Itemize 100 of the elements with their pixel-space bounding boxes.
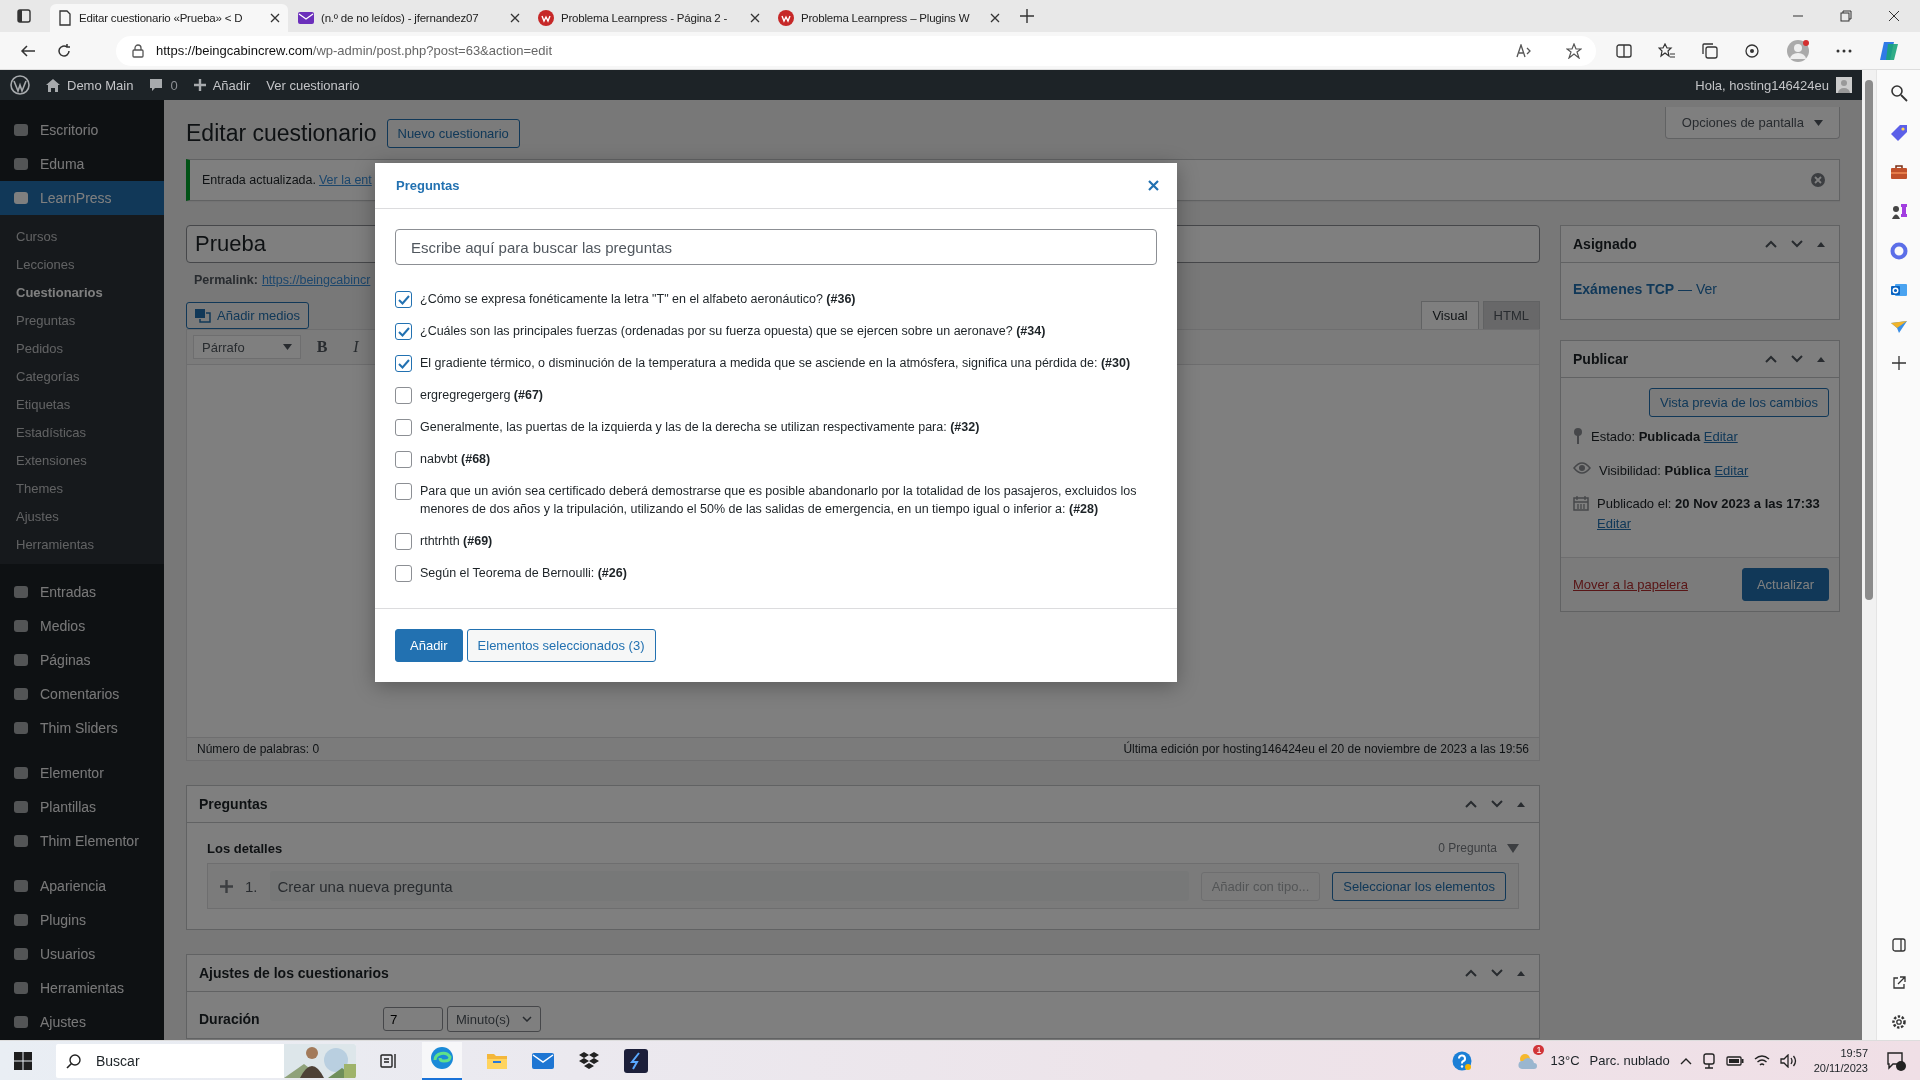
sidebar-item[interactable]: LearnPress [0,181,164,215]
question-label[interactable]: nabvbt (#68) [420,450,491,468]
plus-icon[interactable] [1891,356,1906,370]
battery-icon[interactable] [1725,1055,1744,1066]
task-view-icon[interactable] [380,1051,398,1070]
browser-tab[interactable]: (n.º de no leídos) - jfernandez07 [290,4,528,32]
sidebar-item[interactable]: Thim Sliders [0,711,164,745]
duration-field[interactable]: 7 [383,1007,443,1031]
submenu-item[interactable]: Categorías [0,362,164,390]
new-question-field[interactable]: Crear una nueva pregunta [269,871,1189,901]
browser-taskbar-button[interactable] [422,1041,462,1080]
update-button[interactable]: Actualizar [1741,568,1829,601]
edit-link[interactable]: Editar [1703,429,1738,444]
sidebar-item[interactable]: Ajustes [0,1005,164,1039]
question-label[interactable]: ¿Cómo se expresa fonéticamente la letra "T" en el alfabeto aeronáutico? (#36) [420,290,856,308]
search-field[interactable]: Escribe aquí para buscar las preguntas [395,229,1157,265]
question-label[interactable]: El gradiente térmico, o disminución de la temperatura a medida que se asciende en la atmósfera, significa una pérdida de: (#30) [420,354,1131,372]
close-icon[interactable] [270,13,280,23]
question-label[interactable]: Según el Teorema de Bernoulli: (#26) [420,564,627,582]
mail-icon[interactable] [532,1052,554,1069]
close-icon[interactable] [1148,180,1159,191]
help-icon[interactable] [1452,1050,1473,1071]
close-icon[interactable] [990,13,1000,23]
bold-button[interactable]: B [309,334,335,360]
sidebar-item[interactable]: Entradas [0,575,164,609]
notifications-icon[interactable] [1886,1050,1906,1071]
sidebar-item[interactable]: Elementor [0,756,164,790]
checkbox[interactable] [395,533,412,550]
course-link[interactable]: Exámenes TCP [1573,281,1675,297]
selected-items-button[interactable]: Elementos seleccionados (3) [466,629,656,662]
settings-icon[interactable] [1890,1014,1907,1030]
dropbox-icon[interactable] [578,1050,600,1071]
search-icon[interactable] [1889,84,1908,102]
browser-tab[interactable]: Editar cuestionario «Prueba» < D [50,4,288,32]
speaker-icon[interactable] [1779,1053,1798,1068]
view-post-link[interactable]: Ver la ent [318,173,372,187]
italic-button[interactable]: I [343,334,369,360]
sidebar-item[interactable]: Eduma [0,147,164,181]
external-link-icon[interactable] [1891,976,1906,990]
favorites-icon[interactable] [1658,42,1676,59]
new-quiz-button[interactable]: Nuevo cuestionario [386,118,520,148]
sidebar-item[interactable]: Herramientas [0,971,164,1005]
sidebar-item[interactable]: Plugins [0,903,164,937]
split-screen-icon[interactable] [1616,42,1632,59]
format-select[interactable]: Párrafo [193,335,301,359]
add-media-button[interactable]: Añadir medios [186,302,310,329]
checkbox[interactable] [395,565,412,582]
trash-link[interactable]: Mover a la papelera [1573,577,1688,592]
new-tab-icon[interactable] [1020,9,1034,23]
new-content-link[interactable]: Añadir [193,77,251,93]
assistant-icon[interactable] [1878,39,1900,62]
mail-icon[interactable] [1889,282,1908,298]
preview-button[interactable]: Vista previa de los cambios [1649,388,1829,417]
paper-plane-icon[interactable] [1889,320,1908,334]
view-link[interactable]: Ver [1695,281,1717,297]
folder-icon[interactable] [486,1051,508,1070]
submenu-item[interactable]: Lecciones [0,250,164,278]
permalink-link[interactable]: https://beingcabincr [261,273,371,287]
browser-tab[interactable]: Problema Learnpress - Página 2 - [530,4,768,32]
view-quiz-link[interactable]: Ver cuestionario [266,77,360,93]
clock[interactable]: 19:57 20/11/2023 [1813,1045,1868,1076]
submenu-item[interactable]: Ajustes [0,502,164,530]
chess-pieces-icon[interactable] [1889,202,1908,220]
sidebar-item[interactable]: Apariencia [0,869,164,903]
checkbox[interactable] [395,355,412,372]
sidebar-item[interactable]: Medios [0,609,164,643]
sidebar-item[interactable]: Escritorio [0,113,164,147]
close-icon[interactable] [510,13,520,23]
close-icon[interactable] [1888,10,1900,22]
sidebar-item[interactable]: Páginas [0,643,164,677]
browser-tab[interactable]: Problema Learnpress – Plugins W [770,4,1008,32]
select-items-button[interactable]: Seleccionar los elementos [1332,871,1506,901]
sidebar-item[interactable]: Plantillas [0,790,164,824]
submenu-item[interactable]: Cursos [0,222,164,250]
close-icon[interactable] [750,13,760,23]
refresh-icon[interactable] [56,42,72,59]
panel-icon[interactable] [1891,938,1906,952]
edit-link[interactable]: Editar [1714,462,1749,478]
ring-icon[interactable] [1889,242,1908,260]
unit-select[interactable]: Minuto(s) [447,1006,542,1032]
checkbox[interactable] [395,451,412,468]
checkbox[interactable] [395,323,412,340]
collections-icon[interactable] [1702,42,1718,59]
more-icon[interactable] [1836,48,1852,53]
checkbox[interactable] [395,483,412,500]
edit-link[interactable]: Editar [1597,515,1631,531]
sidebar-item[interactable]: Comentarios [0,677,164,711]
site-link[interactable]: Demo Main [46,77,134,93]
submenu-item[interactable]: Herramientas [0,530,164,558]
back-icon[interactable] [20,42,36,59]
question-label[interactable]: rthtrhth (#69) [420,532,493,550]
sidebar-toggle-icon[interactable] [16,8,32,24]
sidebar-item[interactable]: Usuarios [0,937,164,971]
question-label[interactable]: Para que un avión sea certificado deberá demostrarse que es posible abandonarlo por la totalidad de los pasajeros, excluidos los menores de dos años y la tripulación, utilizando el 50% de las salidas de emergencia, en un tiempo igual o inferior a: (#28) [420,482,1157,518]
checkbox[interactable] [395,419,412,436]
question-label[interactable]: Generalmente, las puertas de la izquierda y las de la derecha se utilizan respectivamente para: (#32) [420,418,980,436]
account-menu[interactable]: Hola, hosting146424eu [1695,77,1852,93]
wordpress-logo-icon[interactable] [10,75,30,95]
briefcase-icon[interactable] [1889,164,1908,180]
checkbox[interactable] [395,291,412,308]
